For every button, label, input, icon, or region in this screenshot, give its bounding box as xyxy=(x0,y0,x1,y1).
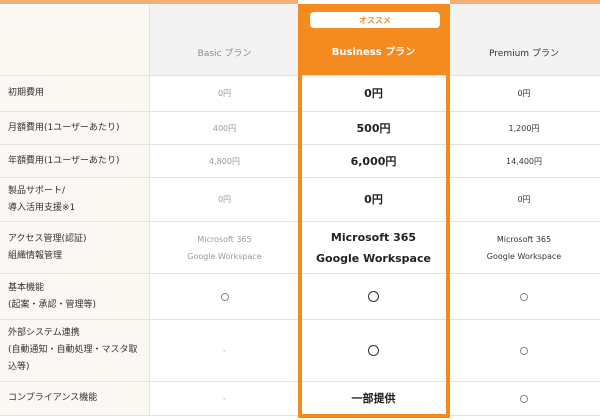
row-label: アクセス管理(認証) 組織情報管理 xyxy=(0,222,150,273)
table-row: コンプライアンス機能 - 一部提供 xyxy=(0,382,600,416)
premium-value xyxy=(448,382,600,415)
basic-value xyxy=(150,274,300,319)
row-label: 外部システム連携 (自動通知・自動処理・マスタ取 込等) xyxy=(0,320,150,381)
premium-value: 14,400円 xyxy=(506,156,542,166)
header-empty-cell xyxy=(0,4,150,75)
basic-value: - xyxy=(150,382,300,415)
available-circle-icon xyxy=(220,292,229,301)
row-label: 初期費用 xyxy=(0,76,150,111)
basic-value: Microsoft 365 Google Workspace xyxy=(150,222,300,273)
basic-value: 400円 xyxy=(150,112,300,144)
business-value xyxy=(300,320,448,381)
basic-value: - xyxy=(150,320,300,381)
available-circle-icon xyxy=(368,345,379,356)
basic-value: 4,800円 xyxy=(150,145,300,177)
not-available-dash: - xyxy=(223,394,226,403)
premium-value xyxy=(448,274,600,319)
premium-value: 1,200円 xyxy=(508,123,540,133)
not-available-dash: - xyxy=(223,346,226,355)
business-value: 0円 xyxy=(300,76,448,111)
plan-premium-header: Premium プラン xyxy=(448,4,600,75)
basic-value: 0円 xyxy=(150,178,300,221)
available-circle-icon xyxy=(520,394,528,403)
row-label: 製品サポート/導入活用支援※1 xyxy=(0,178,150,221)
business-value: 500円 xyxy=(300,112,448,144)
premium-value: 0円 xyxy=(517,89,531,98)
available-circle-icon xyxy=(520,292,528,301)
table-row: 年額費用(1ユーザーあたり) 4,800円 6,000円 14,400円 xyxy=(0,145,600,178)
plan-basic-header: Basic プラン xyxy=(150,4,300,75)
premium-value: 0円 xyxy=(517,195,531,204)
premium-value xyxy=(448,320,600,381)
table-row: アクセス管理(認証) 組織情報管理 Microsoft 365 Google Wor… xyxy=(0,222,600,274)
business-value: 0円 xyxy=(300,178,448,221)
business-value: 一部提供 xyxy=(300,382,448,415)
row-label: 基本機能 (起案・承認・管理等) xyxy=(0,274,150,319)
business-value: Microsoft 365 Google Workspace xyxy=(300,222,448,273)
row-label: 年額費用(1ユーザーあたり) xyxy=(0,145,150,177)
business-value xyxy=(300,274,448,319)
recommended-badge: オススメ xyxy=(310,12,440,28)
pricing-comparison-table: Basic プラン Business プラン Premium プラン 初期費用 … xyxy=(0,0,600,420)
table-row: 初期費用 0円 0円 0円 xyxy=(0,76,600,112)
business-value: 6,000円 xyxy=(300,145,448,177)
table-row: 外部システム連携 (自動通知・自動処理・マスタ取 込等) - xyxy=(0,320,600,382)
plan-header-row: Basic プラン Business プラン Premium プラン xyxy=(0,4,600,76)
available-circle-icon xyxy=(368,291,379,302)
row-label: コンプライアンス機能 xyxy=(0,382,150,415)
table-row: 基本機能 (起案・承認・管理等) xyxy=(0,274,600,320)
premium-value: Microsoft 365 Google Workspace xyxy=(486,234,562,261)
basic-value: 0円 xyxy=(150,76,300,111)
table-row: 製品サポート/導入活用支援※1 0円 0円 0円 xyxy=(0,178,600,222)
available-circle-icon xyxy=(520,346,528,355)
row-label: 月額費用(1ユーザーあたり) xyxy=(0,112,150,144)
table-row: 月額費用(1ユーザーあたり) 400円 500円 1,200円 xyxy=(0,112,600,145)
